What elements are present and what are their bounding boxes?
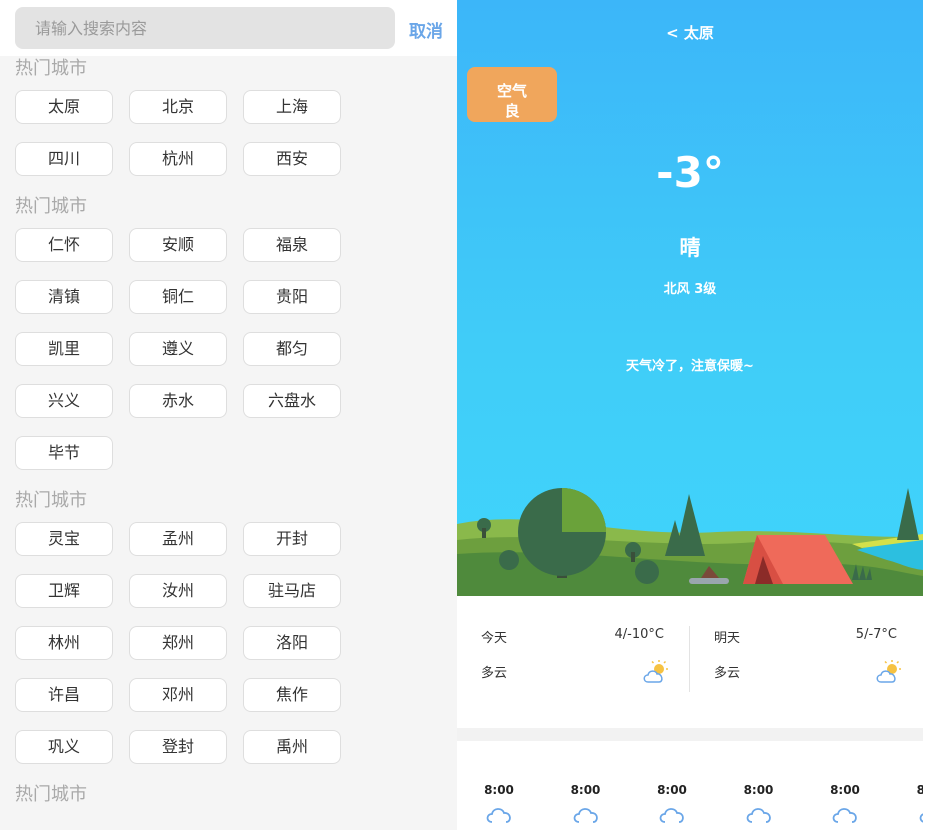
hour-time: 8:00	[657, 783, 687, 797]
city-button[interactable]: 卫辉	[15, 574, 113, 608]
back-city-button[interactable]: < 太原	[457, 22, 923, 43]
city-button[interactable]: 赤水	[129, 384, 227, 418]
partly-cloudy-icon	[643, 660, 668, 683]
forecast-condition: 多云	[481, 666, 508, 681]
city-button[interactable]: 郑州	[129, 626, 227, 660]
city-button[interactable]: 禹州	[243, 730, 341, 764]
city-button[interactable]: 北京	[129, 90, 227, 124]
partly-cloudy-icon	[876, 660, 901, 683]
weather-tip: 天气冷了，注意保暖~	[626, 359, 754, 374]
hour-item: 8:00	[556, 783, 616, 827]
air-quality-badge[interactable]: 空气 良	[467, 67, 557, 122]
city-button[interactable]: 邓州	[129, 678, 227, 712]
cloud-icon	[642, 805, 702, 827]
forecast-tomorrow[interactable]: 明天 5/-7°C 多云	[690, 596, 923, 728]
current-temperature: -3°	[656, 148, 724, 197]
city-group-title: 热门城市	[15, 196, 87, 217]
city-button[interactable]: 清镇	[15, 280, 113, 314]
city-button[interactable]: 凯里	[15, 332, 113, 366]
forecast-condition: 多云	[714, 666, 741, 681]
city-button[interactable]: 汝州	[129, 574, 227, 608]
daily-forecast: 今天 4/-10°C 多云 明天 5/-7°C 多云	[457, 596, 923, 728]
city-group-title: 热门城市	[15, 58, 87, 79]
forecast-temp: 4/-10°C	[614, 627, 664, 642]
wind-info: 北风 3级	[663, 282, 717, 297]
hour-item: 8:00	[815, 783, 875, 827]
weather-panel: < 太原 空气 良 -3° 晴 北风 3级 天气冷了，注意保暖~ 今天 4/-1…	[457, 0, 923, 830]
hour-item: 8:00	[642, 783, 702, 827]
city-group-title: 热门城市	[15, 490, 87, 511]
cloud-icon	[815, 805, 875, 827]
cloud-icon	[556, 805, 616, 827]
city-button[interactable]: 洛阳	[243, 626, 341, 660]
city-list[interactable]: 热门城市 太原 北京 上海 四川 杭州 西安 热门城市 仁怀 安顺 福泉 清镇 铜仁 贵阳 凯里 遵义 都匀 兴义…	[0, 56, 457, 816]
forecast-today[interactable]: 今天 4/-10°C 多云	[457, 596, 690, 728]
city-grid: 仁怀 安顺 福泉清镇 铜仁 贵阳凯里 遵义 都匀兴义 赤水 六盘水毕节	[0, 228, 457, 488]
hour-item: 8:00	[469, 783, 529, 827]
city-button[interactable]: 毕节	[15, 436, 113, 470]
city-button[interactable]: 焦作	[243, 678, 341, 712]
hour-time: 8:00	[743, 783, 774, 797]
forecast-temp: 5/-7°C	[855, 627, 897, 642]
forecast-day: 今天	[481, 631, 508, 646]
city-button[interactable]: 开封	[243, 522, 341, 556]
city-grid: 太原 北京 上海四川 杭州 西安	[0, 90, 457, 194]
city-button[interactable]: 仁怀	[15, 228, 113, 262]
city-button[interactable]: 都匀	[243, 332, 341, 366]
city-picker-panel: 取消 热门城市太原北京上海四川杭州西安热门城市仁怀安顺福泉清镇铜仁贵阳凯里遵义都…	[0, 0, 457, 830]
city-button[interactable]: 遵义	[129, 332, 227, 366]
city-button[interactable]: 登封	[129, 730, 227, 764]
city-button[interactable]: 西安	[243, 142, 341, 176]
city-button[interactable]: 许昌	[15, 678, 113, 712]
forecast-day: 明天	[714, 631, 741, 646]
city-button[interactable]: 贵阳	[243, 280, 341, 314]
city-button[interactable]: 兴义	[15, 384, 113, 418]
city-button[interactable]: 灵宝	[15, 522, 113, 556]
hour-time: 8:00	[484, 783, 514, 797]
city-group-title: 热门城市	[15, 784, 87, 805]
hour-time: 8:00	[916, 783, 923, 797]
current-condition: 晴	[679, 236, 701, 260]
cloud-icon	[729, 805, 789, 827]
cloud-icon	[469, 805, 529, 827]
city-button[interactable]: 驻马店	[243, 574, 341, 608]
city-button[interactable]: 巩义	[15, 730, 113, 764]
city-button[interactable]: 孟州	[129, 522, 227, 556]
city-button[interactable]: 林州	[15, 626, 113, 660]
city-button[interactable]: 杭州	[129, 142, 227, 176]
air-quality-value: 良	[504, 102, 520, 120]
city-grid: 灵宝 孟州 开封卫辉 汝州 驻马店林州 郑州 洛阳许昌 邓州 焦作巩义 登封 禹州	[0, 522, 457, 782]
city-button[interactable]: 四川	[15, 142, 113, 176]
hour-time: 8:00	[570, 783, 601, 797]
search-bar: 取消	[0, 0, 457, 56]
city-button[interactable]: 福泉	[243, 228, 341, 262]
hour-item: 8:00	[902, 783, 923, 827]
air-quality-label: 空气	[496, 82, 527, 100]
weather-header: < 太原 空气 良 -3° 晴 北风 3级 天气冷了，注意保暖~	[457, 0, 923, 596]
search-input[interactable]	[15, 7, 395, 49]
hour-time: 8:00	[830, 783, 860, 797]
hourly-forecast[interactable]: 8:00 8:00 8:00 8:00 8:00 8:00	[457, 741, 923, 830]
cloud-icon	[902, 805, 923, 827]
city-button[interactable]: 上海	[243, 90, 341, 124]
city-button[interactable]: 安顺	[129, 228, 227, 262]
hour-item: 8:00	[729, 783, 789, 827]
city-button[interactable]: 太原	[15, 90, 113, 124]
city-button[interactable]: 六盘水	[243, 384, 341, 418]
camping-illustration	[457, 488, 923, 596]
cancel-button[interactable]: 取消	[409, 17, 443, 42]
city-button[interactable]: 铜仁	[129, 280, 227, 314]
